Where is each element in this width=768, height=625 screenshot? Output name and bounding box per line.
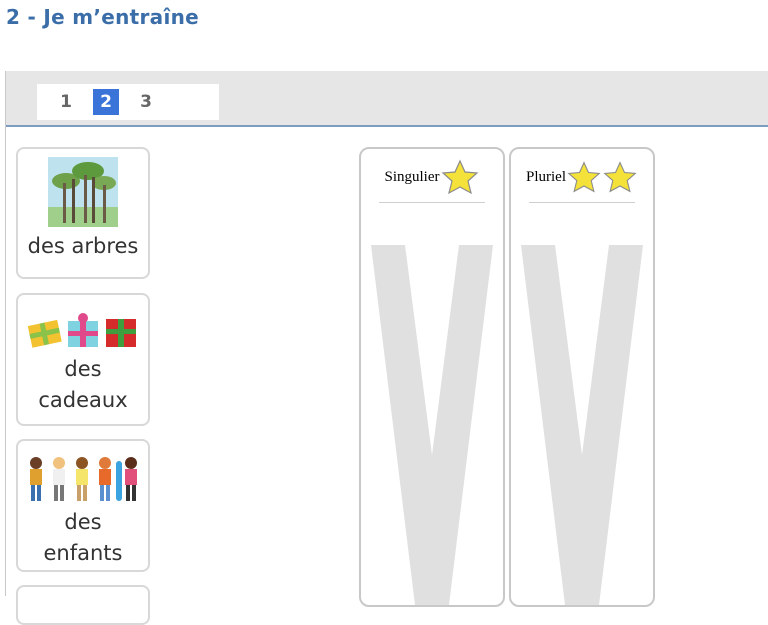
drop-column-pluriel[interactable]: Pluriel xyxy=(509,147,655,607)
gifts-icon xyxy=(27,313,136,348)
page-2-button[interactable]: 2 xyxy=(93,89,119,115)
column-label-singulier: Singulier xyxy=(384,168,440,185)
card-label-line1: des xyxy=(64,357,102,381)
trees-icon xyxy=(48,157,118,227)
card-label-line1: des xyxy=(64,510,102,534)
column-divider xyxy=(529,202,635,203)
column-label-pluriel: Pluriel xyxy=(526,168,566,185)
pagination-bar: 1 2 3 xyxy=(6,71,768,127)
page-1-button[interactable]: 1 xyxy=(53,89,79,115)
x-watermark-icon xyxy=(371,245,493,605)
card-label: des arbres xyxy=(27,234,139,258)
card-des-enfants[interactable]: des enfants xyxy=(16,439,150,572)
card-des-cadeaux[interactable]: des cadeaux xyxy=(16,293,150,426)
card-partial[interactable] xyxy=(16,585,150,625)
children-icon xyxy=(30,457,137,501)
page-3-button[interactable]: 3 xyxy=(133,89,159,115)
column-header: Pluriel xyxy=(511,157,653,197)
star-icon xyxy=(603,161,637,193)
column-header: Singulier xyxy=(361,157,503,197)
card-des-arbres[interactable]: des arbres xyxy=(16,147,150,279)
card-label-line2: cadeaux xyxy=(38,388,128,412)
pager: 1 2 3 xyxy=(37,84,219,120)
page-title: 2 - Je m’entraîne xyxy=(6,5,200,29)
x-watermark-icon xyxy=(521,245,643,605)
column-divider xyxy=(379,202,485,203)
drop-column-singulier[interactable]: Singulier xyxy=(359,147,505,607)
card-label-line2: enfants xyxy=(43,541,123,565)
star-icon xyxy=(441,159,478,195)
star-icon xyxy=(567,161,601,193)
